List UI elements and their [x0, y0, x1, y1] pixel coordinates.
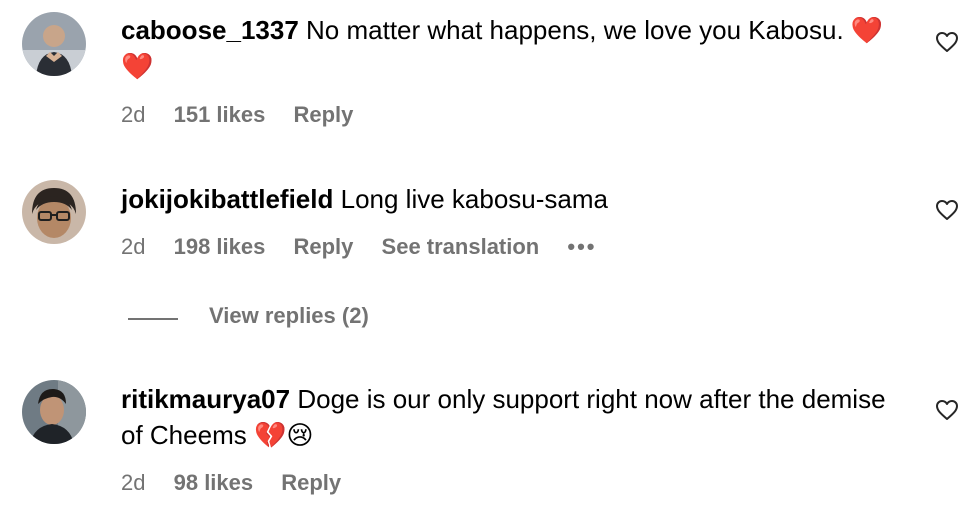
avatar[interactable]: [22, 12, 86, 76]
comment-meta: 2d 198 likes Reply See translation •••: [121, 234, 618, 260]
comment-time: 2d: [121, 234, 146, 259]
comment-text: jokijokibattlefield Long live kabosu-sam…: [121, 181, 911, 217]
comment-time: 2d: [121, 102, 146, 127]
comment-meta: 2d 98 likes Reply: [121, 470, 363, 496]
more-options-icon[interactable]: •••: [567, 234, 596, 260]
reply-button[interactable]: Reply: [293, 102, 353, 128]
comment-time: 2d: [121, 470, 146, 495]
comment-text: caboose_1337 No matter what happens, we …: [121, 12, 911, 84]
comment-username[interactable]: jokijokibattlefield: [121, 184, 333, 214]
comment-meta: 2d 151 likes Reply: [121, 102, 375, 128]
comment-username[interactable]: caboose_1337: [121, 15, 299, 45]
reply-button[interactable]: Reply: [293, 234, 353, 260]
likes-count[interactable]: 98 likes: [174, 470, 254, 496]
comment-body: Long live kabosu-sama: [340, 184, 608, 214]
reply-button[interactable]: Reply: [281, 470, 341, 496]
avatar[interactable]: [22, 380, 86, 444]
likes-count[interactable]: 151 likes: [174, 102, 266, 128]
heart-outline-icon[interactable]: [935, 199, 959, 221]
heart-outline-icon[interactable]: [935, 399, 959, 421]
comment-text: ritikmaurya07 Doge is our only support r…: [121, 381, 911, 453]
see-translation-button[interactable]: See translation: [382, 234, 540, 260]
likes-count[interactable]: 198 likes: [174, 234, 266, 260]
heart-outline-icon[interactable]: [935, 31, 959, 53]
comment-username[interactable]: ritikmaurya07: [121, 384, 290, 414]
view-replies-button[interactable]: View replies (2): [209, 303, 369, 329]
avatar[interactable]: [22, 180, 86, 244]
view-replies-divider: [128, 318, 178, 320]
